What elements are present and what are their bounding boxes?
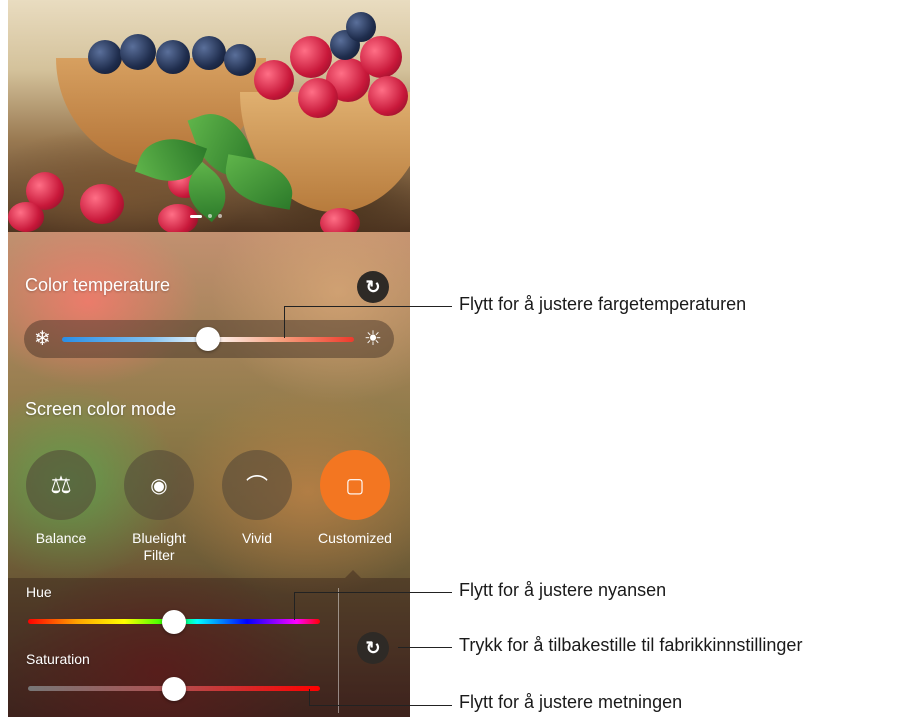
mode-customized-button[interactable]: ▢: [320, 450, 390, 520]
raspberry-image: [8, 202, 44, 232]
callout-color-temperature: Flytt for å justere fargetemperaturen: [459, 294, 747, 314]
raspberry-image: [298, 78, 338, 118]
page-dot: [208, 214, 212, 218]
callout-leader: [398, 647, 452, 648]
mode-label-balance: Balance: [35, 530, 87, 546]
callout-leader: [294, 592, 295, 620]
mode-label-bluelight-filter: Bluelight Filter: [132, 530, 186, 563]
blueberry-image: [192, 36, 226, 70]
mode-label-customized: Customized: [318, 530, 392, 546]
callout-hue: Flytt for å justere nyansen: [459, 580, 667, 600]
raspberry-image: [158, 204, 198, 232]
preview-image: [8, 0, 410, 232]
callout-leader: [284, 306, 285, 338]
sun-icon: ☀: [364, 328, 382, 350]
hue-thumb[interactable]: [162, 610, 186, 634]
blueberry-image: [224, 44, 256, 76]
page-dot-active: [190, 214, 202, 218]
raspberry-image: [80, 184, 124, 224]
blueberry-image: [156, 40, 190, 74]
phone-screen: Color temperature ↻ ❄ ☀ Screen color mod…: [8, 0, 410, 717]
mode-label-vivid: Vivid: [241, 530, 273, 546]
raspberry-image: [320, 208, 360, 232]
callout-reset: Trykk for å tilbakestille til fabrikkinn…: [459, 635, 803, 655]
blueberry-image: [88, 40, 122, 74]
snowflake-icon: ❄: [34, 328, 51, 350]
callout-leader: [309, 689, 310, 705]
custom-reset-button[interactable]: ↻: [357, 632, 389, 664]
page-dot: [218, 214, 222, 218]
blackberry-image: [346, 12, 376, 42]
refresh-icon: ↻: [365, 277, 381, 297]
color-temperature-thumb[interactable]: [196, 327, 220, 351]
refresh-icon: ↻: [365, 638, 381, 658]
divider: [338, 588, 339, 713]
page-indicator: [190, 214, 222, 218]
blueberry-image: [120, 34, 156, 70]
screen-color-mode-title: Screen color mode: [25, 399, 177, 419]
raspberry-image: [368, 76, 408, 116]
balance-scale-icon: ⚖: [50, 471, 72, 499]
color-temperature-title: Color temperature: [25, 275, 171, 295]
selection-pointer: [345, 570, 361, 578]
mode-bluelight-filter-button[interactable]: ◉: [124, 450, 194, 520]
saturation-label: Saturation: [26, 651, 90, 667]
callout-leader: [309, 705, 452, 706]
callout-leader: [294, 592, 452, 593]
callout-leader: [284, 306, 452, 307]
mode-vivid-button[interactable]: ⌒: [222, 450, 292, 520]
raspberry-image: [360, 36, 402, 78]
custom-screen-icon: ▢: [345, 474, 365, 497]
rainbow-icon: ⌒: [245, 474, 268, 499]
saturation-thumb[interactable]: [162, 677, 186, 701]
eye-shield-icon: ◉: [150, 474, 168, 497]
customized-panel: [8, 578, 410, 717]
raspberry-image: [290, 36, 332, 78]
color-temperature-reset-button[interactable]: ↻: [357, 271, 389, 303]
hue-label: Hue: [26, 584, 52, 600]
mode-balance-button[interactable]: ⚖: [26, 450, 96, 520]
raspberry-image: [254, 60, 294, 100]
callout-saturation: Flytt for å justere metningen: [459, 692, 683, 712]
